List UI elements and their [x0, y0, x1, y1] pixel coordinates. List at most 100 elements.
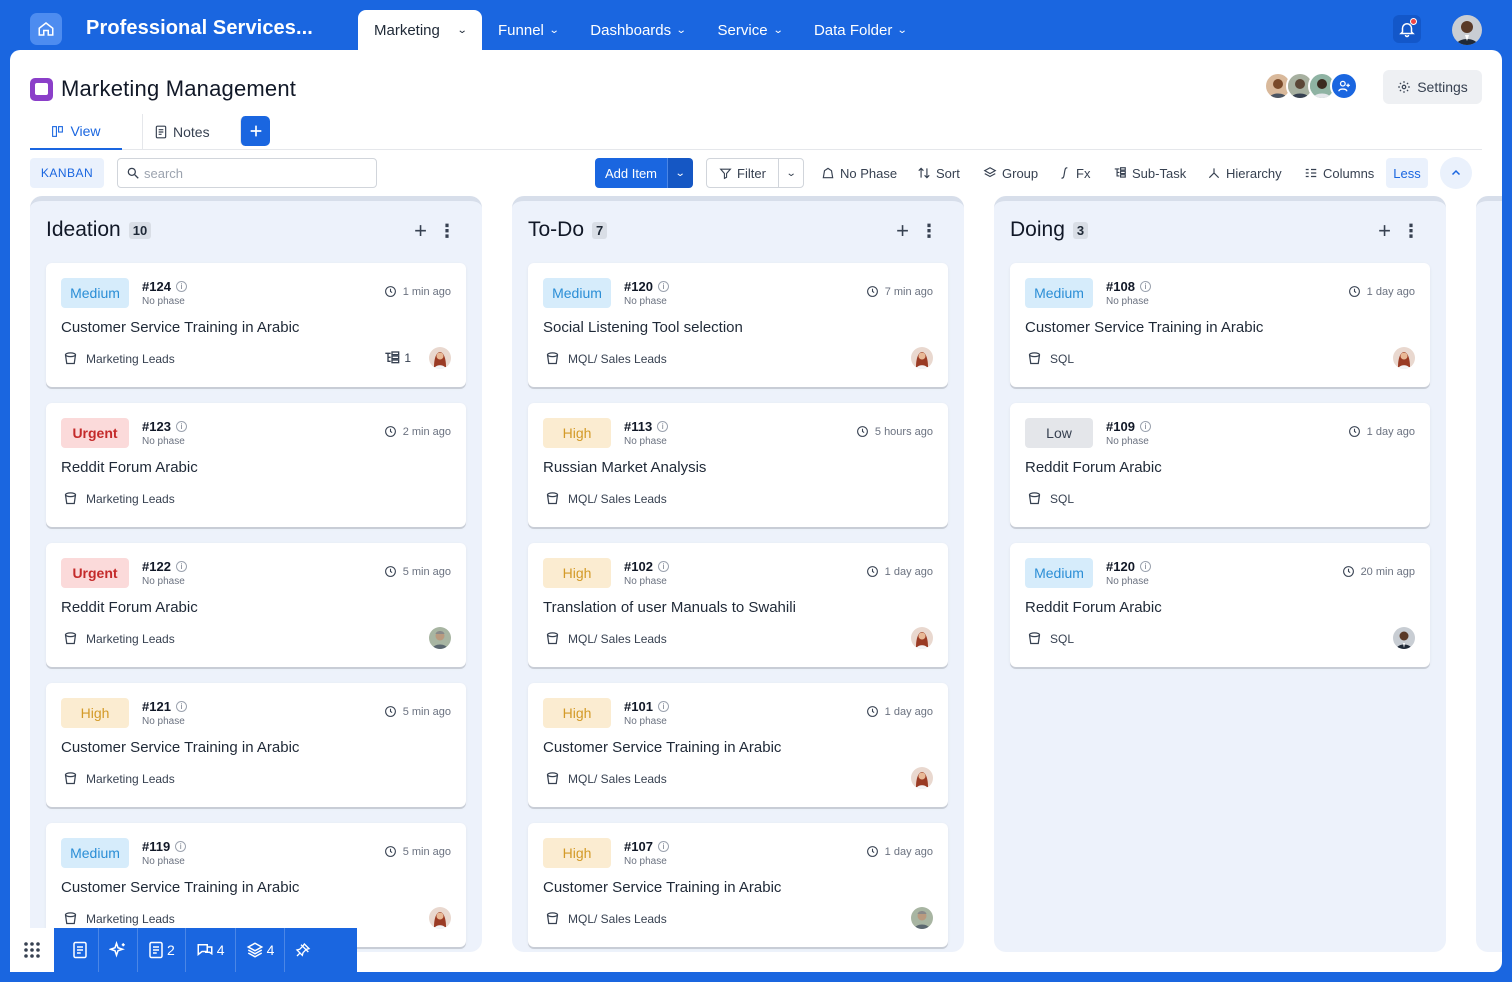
tab-notes[interactable]: Notes	[142, 114, 240, 150]
card-title[interactable]: Reddit Forum Arabic	[1025, 459, 1162, 476]
info-icon[interactable]: i	[657, 421, 669, 432]
nav-marketing[interactable]: Marketing ⌄	[358, 10, 482, 50]
sub-task-button[interactable]: Sub-Task	[1113, 158, 1186, 188]
column-menu-button[interactable]: ⋮	[438, 221, 456, 241]
task-card[interactable]: Low #109 i No phase 1 day ago Reddit Forum Ar…	[1010, 403, 1430, 527]
members-group[interactable]	[1264, 72, 1358, 100]
card-title[interactable]: Reddit Forum Arabic	[61, 459, 198, 476]
assignee-avatar[interactable]	[911, 627, 933, 649]
filter-dropdown[interactable]: ⌄	[779, 159, 803, 187]
info-icon[interactable]: i	[175, 701, 187, 712]
search-box[interactable]	[117, 158, 377, 188]
assignee-avatar[interactable]	[911, 767, 933, 789]
task-card[interactable]: High #113 i No phase 5 hours ago Russian Mark…	[528, 403, 948, 527]
app-title[interactable]: Professional Services...	[86, 17, 313, 40]
task-card[interactable]: Medium #124 i No phase 1 min ago Customer Ser…	[46, 263, 466, 387]
home-button[interactable]	[30, 13, 62, 45]
no-phase-button[interactable]: No Phase	[821, 158, 897, 188]
task-card[interactable]: High #121 i No phase 5 min ago Customer Servi…	[46, 683, 466, 807]
card-title[interactable]: Customer Service Training in Arabic	[543, 879, 781, 896]
assignee-avatar[interactable]	[911, 347, 933, 369]
task-card[interactable]: High #107 i No phase 1 day ago Customer Servi…	[528, 823, 948, 947]
priority-badge[interactable]: Low	[1025, 418, 1093, 448]
add-tab-button[interactable]	[240, 116, 270, 146]
card-title[interactable]: Social Listening Tool selection	[543, 319, 743, 336]
priority-badge[interactable]: High	[543, 558, 611, 588]
task-card[interactable]: Urgent #123 i No phase 2 min ago Reddit Forum…	[46, 403, 466, 527]
card-title[interactable]: Customer Service Training in Arabic	[61, 879, 299, 896]
card-title[interactable]: Reddit Forum Arabic	[1025, 599, 1162, 616]
nav-data-folder[interactable]: Data Folder ⌄	[798, 10, 923, 50]
nav-service[interactable]: Service ⌄	[702, 10, 798, 50]
info-icon[interactable]: i	[175, 281, 187, 292]
info-icon[interactable]: i	[1139, 281, 1151, 292]
dock-ai-button[interactable]	[99, 928, 138, 972]
group-button[interactable]: Group	[983, 158, 1038, 188]
card-title[interactable]: Russian Market Analysis	[543, 459, 706, 476]
card-title[interactable]: Customer Service Training in Arabic	[61, 739, 299, 756]
priority-badge[interactable]: Medium	[543, 278, 611, 308]
assignee-avatar[interactable]	[429, 347, 451, 369]
info-icon[interactable]: i	[1139, 561, 1151, 572]
column-menu-button[interactable]: ⋮	[920, 221, 938, 241]
settings-button[interactable]: Settings	[1383, 70, 1482, 104]
sort-button[interactable]: Sort	[917, 158, 960, 188]
info-icon[interactable]: i	[175, 421, 187, 432]
tab-view[interactable]: View	[30, 114, 122, 150]
info-icon[interactable]: i	[657, 281, 669, 292]
task-card[interactable]: Medium #108 i No phase 1 day ago Customer Ser…	[1010, 263, 1430, 387]
fx-button[interactable]: Fx	[1059, 158, 1090, 188]
assignee-avatar[interactable]	[1393, 627, 1415, 649]
priority-badge[interactable]: High	[543, 418, 611, 448]
priority-badge[interactable]: Urgent	[61, 418, 129, 448]
collapse-button[interactable]	[1440, 157, 1472, 189]
less-toggle[interactable]: Less	[1386, 158, 1428, 188]
add-member-button[interactable]	[1330, 72, 1358, 100]
priority-badge[interactable]: Urgent	[61, 558, 129, 588]
add-card-button[interactable]: +	[896, 220, 909, 242]
assignee-avatar[interactable]	[911, 907, 933, 929]
info-icon[interactable]: i	[175, 841, 187, 852]
card-title[interactable]: Customer Service Training in Arabic	[1025, 319, 1263, 336]
task-card[interactable]: High #101 i No phase 1 day ago Customer Servi…	[528, 683, 948, 807]
add-item-dropdown[interactable]: ⌄	[667, 158, 693, 188]
dock-layers-button[interactable]: 4	[236, 928, 286, 972]
assignee-avatar[interactable]	[1393, 347, 1415, 369]
nav-funnel[interactable]: Funnel ⌄	[482, 10, 574, 50]
kanban-view-chip[interactable]: KANBAN	[30, 158, 104, 188]
notifications-button[interactable]	[1393, 15, 1421, 43]
card-title[interactable]: Customer Service Training in Arabic	[61, 319, 299, 336]
apps-grid-button[interactable]	[10, 928, 54, 972]
info-icon[interactable]: i	[1139, 421, 1151, 432]
task-card[interactable]: Urgent #122 i No phase 5 min ago Reddit Forum…	[46, 543, 466, 667]
dock-chat-button[interactable]: 4	[186, 928, 236, 972]
add-item-button[interactable]: Add Item	[595, 158, 667, 188]
priority-badge[interactable]: Medium	[61, 838, 129, 868]
assignee-avatar[interactable]	[429, 907, 451, 929]
dock-notes-button[interactable]: 2	[138, 928, 186, 972]
search-input[interactable]	[144, 165, 364, 181]
priority-badge[interactable]: Medium	[61, 278, 129, 308]
info-icon[interactable]: i	[657, 701, 669, 712]
add-card-button[interactable]: +	[414, 220, 427, 242]
priority-badge[interactable]: High	[543, 838, 611, 868]
nav-dashboards[interactable]: Dashboards ⌄	[574, 10, 701, 50]
card-title[interactable]: Reddit Forum Arabic	[61, 599, 198, 616]
info-icon[interactable]: i	[657, 841, 669, 852]
task-card[interactable]: Medium #120 i No phase 7 min ago Social Liste…	[528, 263, 948, 387]
info-icon[interactable]: i	[657, 561, 669, 572]
dock-document-button[interactable]	[62, 928, 99, 972]
user-avatar[interactable]	[1452, 15, 1482, 45]
add-card-button[interactable]: +	[1378, 220, 1391, 242]
priority-badge[interactable]: Medium	[1025, 278, 1093, 308]
subtask-count[interactable]: 1	[384, 351, 411, 365]
info-icon[interactable]: i	[175, 561, 187, 572]
hierarchy-button[interactable]: Hierarchy	[1207, 158, 1282, 188]
assignee-avatar[interactable]	[429, 627, 451, 649]
dock-unpin-button[interactable]	[285, 928, 321, 972]
priority-badge[interactable]: High	[61, 698, 129, 728]
priority-badge[interactable]: High	[543, 698, 611, 728]
filter-button[interactable]: Filter	[707, 159, 779, 187]
column-menu-button[interactable]: ⋮	[1402, 221, 1420, 241]
card-title[interactable]: Customer Service Training in Arabic	[543, 739, 781, 756]
